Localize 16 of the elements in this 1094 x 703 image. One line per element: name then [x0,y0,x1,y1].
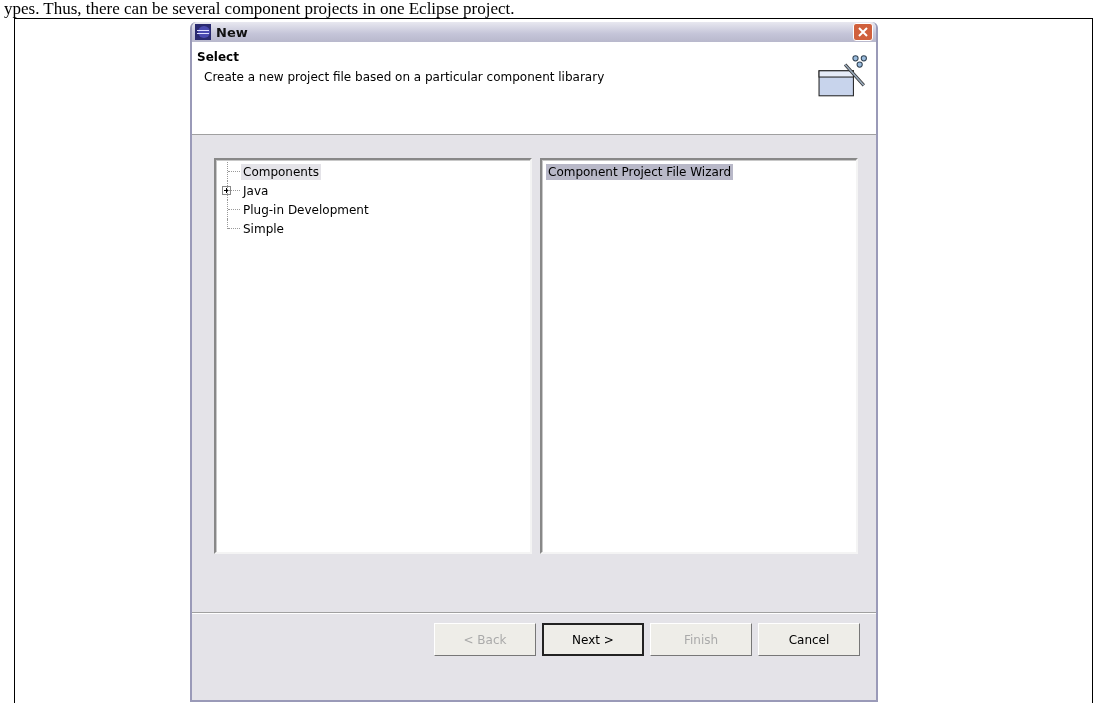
close-icon [857,26,869,38]
eclipse-icon [195,24,211,40]
expand-icon[interactable] [222,186,231,195]
tree-item[interactable]: Components [241,163,321,180]
dialog-button[interactable]: Cancel [758,623,860,656]
page-title: Select [197,50,240,64]
box-wand-icon [818,54,868,98]
dialog-button[interactable]: Next > [542,623,644,656]
tree-item[interactable]: Plug-in Development [241,201,371,218]
tree-item[interactable]: Simple [241,220,286,237]
list-item[interactable]: Component Project File Wizard [546,163,734,180]
page-description: Create a new project file based on a particular component libarary [204,70,606,84]
document-text: ypes. Thus, there can be several component projects in one Eclipse project. [3,0,516,18]
window-title: New [216,24,249,40]
tree-item[interactable]: Java [241,182,271,199]
close-button[interactable] [853,23,873,41]
